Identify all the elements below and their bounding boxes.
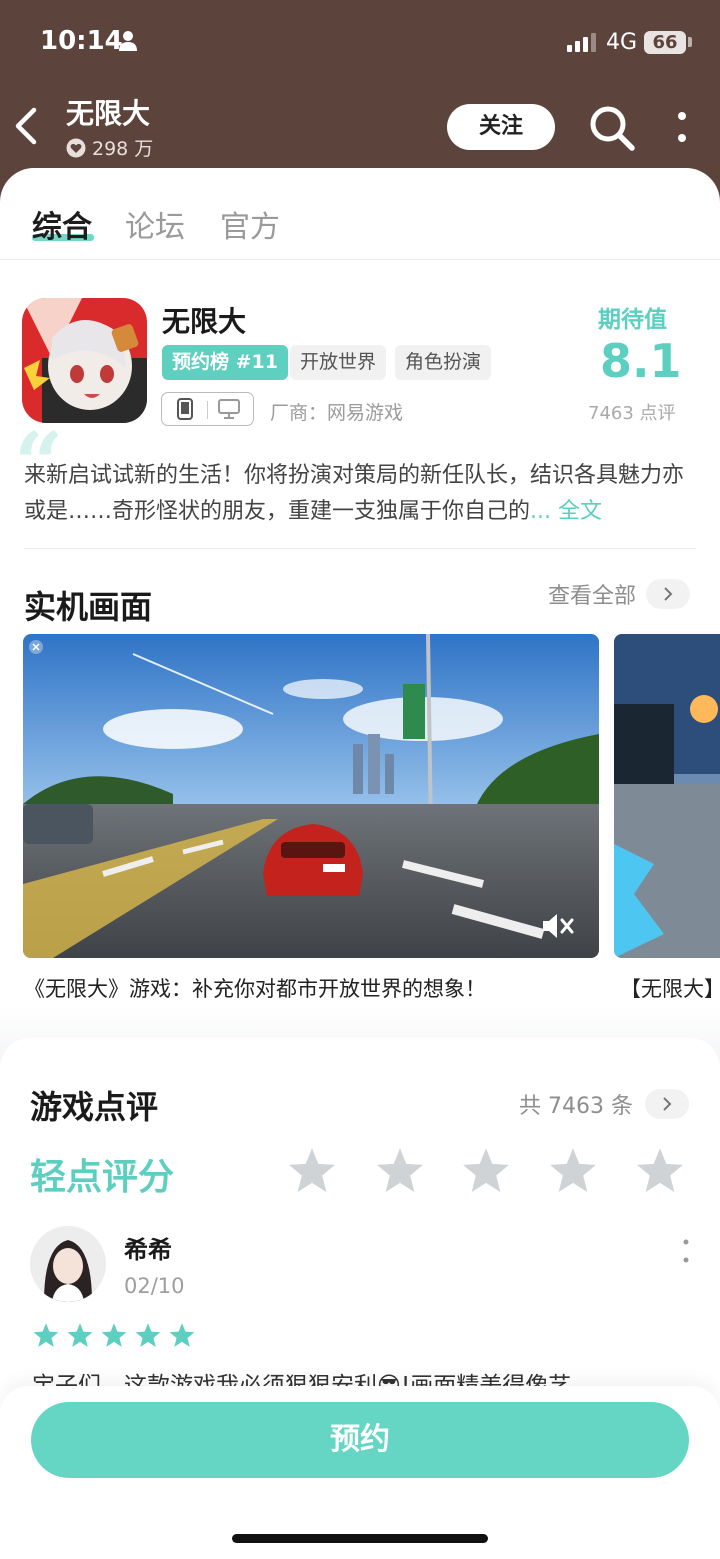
tag-open-world[interactable]: 开放世界 [290,345,387,380]
rating-star-2[interactable] [374,1146,426,1196]
chevron-right-icon[interactable] [644,1089,689,1119]
screenshot-caption-next[interactable]: 【无限大】 [620,973,720,1003]
review-star-icon [169,1323,195,1347]
chevron-right-icon[interactable] [646,579,691,609]
rating-star-1[interactable] [286,1146,338,1196]
platform-badges [161,392,254,426]
gameplay-video[interactable] [23,634,599,958]
expand-description-link[interactable]: ... 全文 [530,499,602,524]
phone-icon [177,398,193,420]
tag-role-playing[interactable]: 角色扮演 [395,345,492,380]
bottom-action-bar: 预约 [0,1386,720,1559]
screenshots-title: 实机画面 [24,588,153,626]
screenshot-caption[interactable]: 《无限大》游戏：补充你对都市开放世界的想象！ [24,973,486,1003]
platform-separator [207,401,208,419]
tab-bar: 综合 论坛 官方 [0,168,720,260]
back-arrow-icon[interactable] [10,104,44,148]
tab-forum[interactable]: 论坛 [125,202,185,246]
game-title: 无限大 [162,305,247,338]
network-type: 4G [606,30,638,55]
follower-count-text: 298 万 [92,138,154,160]
avatar[interactable] [30,1226,106,1302]
more-vertical-icon[interactable] [680,1236,692,1266]
divider [24,548,696,549]
all-reviews-link[interactable]: 共 7463 条 [519,1088,689,1120]
expectation-label: 期待值 [598,307,667,333]
view-all-label[interactable]: 查看全部 [548,578,636,610]
game-icon [22,298,147,423]
reviews-total-label[interactable]: 共 7463 条 [519,1088,633,1120]
reserve-button[interactable]: 预约 [31,1402,689,1478]
reviewer-name[interactable]: 希希 [124,1230,172,1265]
tab-overview[interactable]: 综合 [32,202,92,246]
review-count[interactable]: 7463 点评 [588,399,676,425]
main-content: 综合 论坛 官方 无限大 预约榜 #11 开放世界 角色扮演 厂商：网易游戏 期… [0,168,720,1559]
view-all-screenshots[interactable]: 查看全部 [548,578,691,610]
search-icon[interactable] [586,102,638,154]
heart-icon [66,138,86,157]
review-star-icon [67,1323,93,1347]
screenshot-thumbnail[interactable] [614,634,720,958]
tag-reserve-rank[interactable]: 预约榜 #11 [162,345,288,380]
developer-label: 厂商：网易游戏 [270,402,404,424]
person-icon [119,31,137,51]
expectation-score: 8.1 [600,334,682,388]
status-time: 10:14 [40,26,123,56]
signal-icon [567,33,596,52]
rating-star-4[interactable] [547,1146,599,1196]
review-star-icon [101,1323,127,1347]
header-game-title: 无限大 [66,97,151,130]
battery-icon: 66 [644,31,686,54]
reviews-title: 游戏点评 [30,1088,159,1126]
rating-star-5[interactable] [634,1146,686,1196]
battery-tip [688,37,692,47]
review-star-icon [33,1323,59,1347]
tap-to-rate-label: 轻点评分 [30,1157,175,1198]
review-star-icon [135,1323,161,1347]
more-vertical-icon[interactable] [670,108,694,148]
mute-icon[interactable] [539,908,575,944]
tab-official[interactable]: 官方 [220,202,280,246]
review-date: 02/10 [124,1274,185,1298]
follower-count: 298 万 [66,134,153,161]
home-indicator[interactable] [232,1534,488,1543]
rating-star-3[interactable] [460,1146,512,1196]
game-description: 来新启试试新的生活！你将扮演对策局的新任队长，结识各具魅力亦或是……奇形怪状的朋… [24,458,688,530]
close-icon[interactable] [29,640,43,654]
follow-button[interactable]: 关注 [447,104,555,150]
desktop-icon [218,399,240,419]
